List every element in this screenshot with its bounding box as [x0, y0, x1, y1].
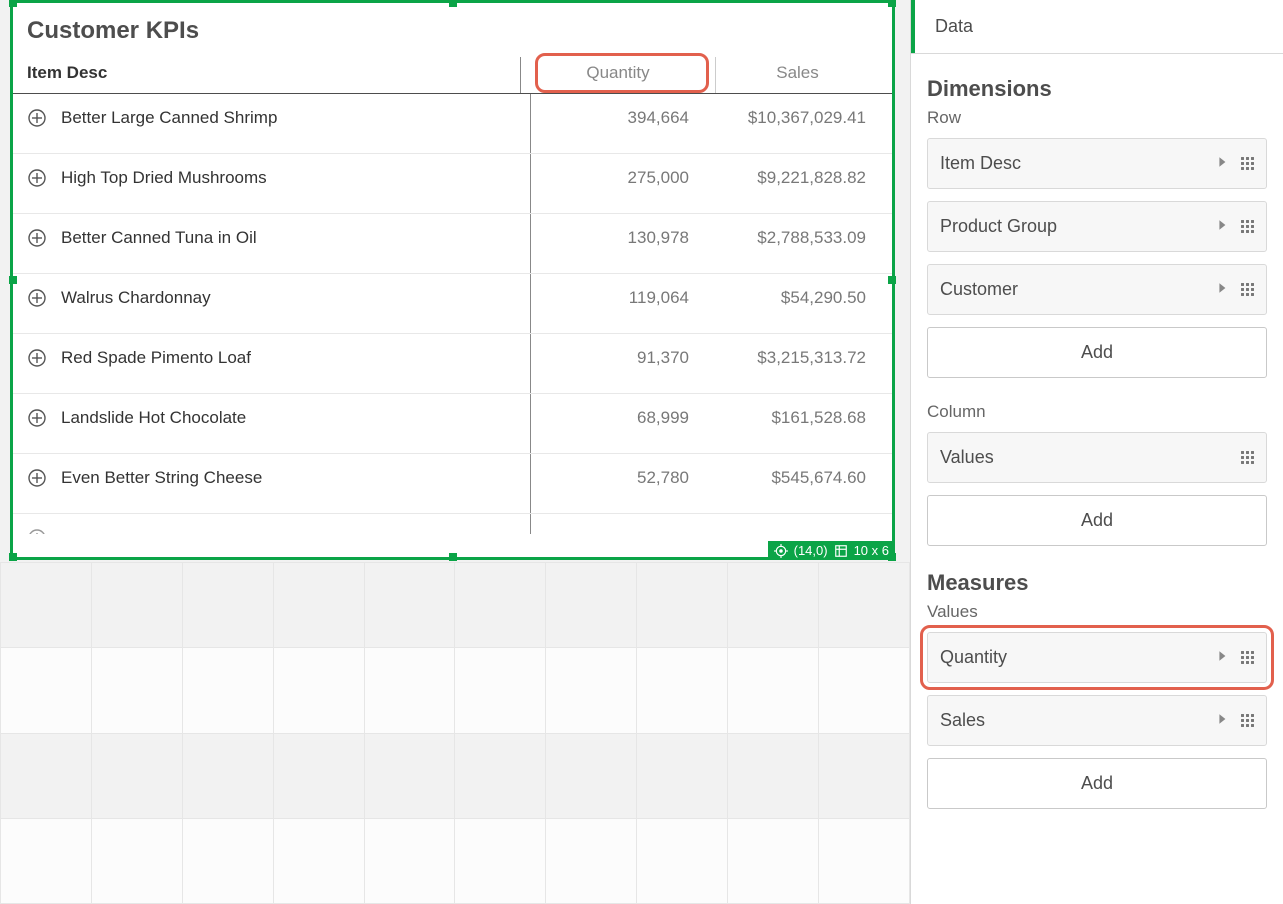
table-row[interactable]: Better Large Canned Shrimp 394,664 $10,3…	[13, 94, 892, 154]
chip-label: Quantity	[940, 647, 1007, 668]
coord-text: (14,0)	[794, 543, 828, 558]
cell-qty: 52,780	[523, 468, 713, 488]
size-icon	[834, 544, 848, 558]
values-label: Values	[927, 602, 1267, 622]
target-icon	[774, 544, 788, 558]
expand-icon[interactable]	[27, 288, 47, 308]
column-divider	[715, 57, 716, 93]
chip-label: Item Desc	[940, 153, 1021, 174]
cell-sales: $3,215,313.72	[713, 348, 882, 368]
grip-icon[interactable]	[1241, 714, 1254, 727]
chevron-right-icon	[1217, 712, 1229, 730]
resize-handle-bl[interactable]	[9, 553, 17, 561]
resize-handle-bm[interactable]	[449, 553, 457, 561]
column-label: Column	[927, 402, 1267, 422]
pivot-table: Item Desc Quantity Sales	[13, 63, 892, 534]
expand-icon[interactable]	[27, 168, 47, 188]
chevron-right-icon	[1217, 649, 1229, 667]
expand-icon[interactable]	[27, 348, 47, 368]
dimension-chip-product-group[interactable]: Product Group	[927, 201, 1267, 252]
cell-item: Red Spade Pimento Loaf	[61, 348, 251, 368]
cell-sales: $161,528.68	[713, 408, 882, 428]
grip-icon[interactable]	[1241, 157, 1254, 170]
cell-qty: 119,064	[523, 288, 713, 308]
table-row[interactable]: Better Canned Tuna in Oil 130,978 $2,788…	[13, 214, 892, 274]
cell-sales: $9,221,828.82	[713, 168, 882, 188]
dimension-chip-item-desc[interactable]: Item Desc	[927, 138, 1267, 189]
cell-sales: $54,290.50	[713, 288, 882, 308]
cell-qty: 394,664	[523, 108, 713, 128]
cell-qty: 91,370	[523, 348, 713, 368]
grip-icon[interactable]	[1241, 451, 1254, 464]
dimensions-heading: Dimensions	[927, 76, 1267, 102]
add-measure-button[interactable]: Add	[927, 758, 1267, 809]
cell-qty: 68,999	[523, 408, 713, 428]
table-header: Item Desc Quantity Sales	[13, 63, 892, 94]
measure-chip-sales[interactable]: Sales	[927, 695, 1267, 746]
cell-item: Landslide Hot Chocolate	[61, 408, 246, 428]
table-row[interactable]: Walrus Chardonnay 119,064 $54,290.50	[13, 274, 892, 334]
size-text: 10 x 6	[854, 543, 889, 558]
chip-label: Sales	[940, 710, 985, 731]
column-header-item[interactable]: Item Desc	[23, 63, 523, 83]
column-header-sales[interactable]: Sales	[713, 63, 882, 83]
grip-icon[interactable]	[1241, 283, 1254, 296]
column-chip-values[interactable]: Values	[927, 432, 1267, 483]
grip-icon[interactable]	[1241, 220, 1254, 233]
table-row[interactable]: Red Spade Pimento Loaf 91,370 $3,215,313…	[13, 334, 892, 394]
selection-coord-badge: (14,0) 10 x 6	[768, 541, 895, 560]
canvas-area[interactable]: Customer KPIs Item Desc Quantity Sales	[0, 0, 910, 904]
widget-title: Customer KPIs	[13, 3, 892, 63]
cell-item: Better Large Canned Shrimp	[61, 108, 277, 128]
cell-qty: 130,978	[523, 228, 713, 248]
add-column-dimension-button[interactable]: Add	[927, 495, 1267, 546]
expand-icon[interactable]	[27, 468, 47, 488]
measure-chip-quantity[interactable]: Quantity	[927, 632, 1267, 683]
chevron-right-icon	[1217, 218, 1229, 236]
cell-item: High Top Dried Mushrooms	[61, 168, 267, 188]
table-row[interactable]	[13, 514, 892, 534]
cell-sales: $2,788,533.09	[713, 228, 882, 248]
cell-item: Even Better String Cheese	[61, 468, 262, 488]
chip-label: Customer	[940, 279, 1018, 300]
resize-handle-tr[interactable]	[888, 0, 896, 7]
cell-sales: $545,674.60	[713, 468, 882, 488]
dimension-chip-customer[interactable]: Customer	[927, 264, 1267, 315]
panel-tabs: Data	[911, 0, 1283, 54]
properties-panel: Data Dimensions Row Item Desc Product Gr…	[910, 0, 1283, 904]
expand-icon[interactable]	[27, 408, 47, 428]
measures-heading: Measures	[927, 570, 1267, 596]
pivot-table-widget[interactable]: Customer KPIs Item Desc Quantity Sales	[10, 0, 895, 560]
chip-label: Values	[940, 447, 994, 468]
column-header-quantity[interactable]: Quantity	[523, 63, 713, 83]
cell-sales: $10,367,029.41	[713, 108, 882, 128]
table-row[interactable]: High Top Dried Mushrooms 275,000 $9,221,…	[13, 154, 892, 214]
table-row[interactable]: Even Better String Cheese 52,780 $545,67…	[13, 454, 892, 514]
sheet-grid	[0, 562, 910, 904]
chevron-right-icon	[1217, 155, 1229, 173]
resize-handle-tm[interactable]	[449, 0, 457, 7]
tab-data[interactable]: Data	[911, 0, 993, 53]
expand-icon[interactable]	[27, 108, 47, 128]
table-body: Better Large Canned Shrimp 394,664 $10,3…	[13, 94, 892, 534]
table-row[interactable]: Landslide Hot Chocolate 68,999 $161,528.…	[13, 394, 892, 454]
cell-qty: 275,000	[523, 168, 713, 188]
add-row-dimension-button[interactable]: Add	[927, 327, 1267, 378]
cell-item: Better Canned Tuna in Oil	[61, 228, 257, 248]
expand-icon[interactable]	[27, 528, 47, 534]
cell-item: Walrus Chardonnay	[61, 288, 211, 308]
grip-icon[interactable]	[1241, 651, 1254, 664]
row-label: Row	[927, 108, 1267, 128]
expand-icon[interactable]	[27, 228, 47, 248]
column-divider	[520, 57, 521, 93]
chip-label: Product Group	[940, 216, 1057, 237]
chevron-right-icon	[1217, 281, 1229, 299]
resize-handle-tl[interactable]	[9, 0, 17, 7]
column-header-quantity-label: Quantity	[586, 63, 649, 82]
